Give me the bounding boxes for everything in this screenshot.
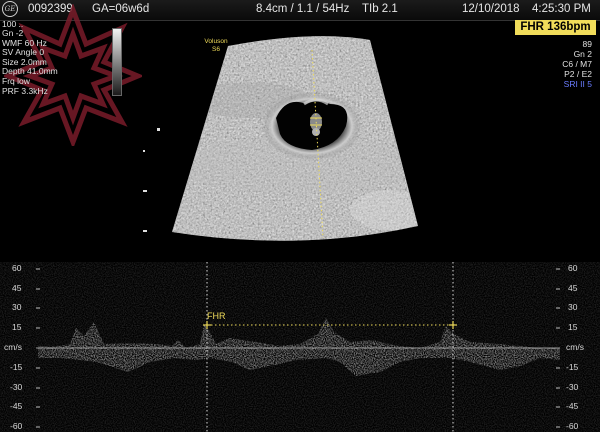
scale-left-15: 15 <box>12 322 22 332</box>
scale-right-neg30: -30 <box>566 382 579 392</box>
scale-right-15: 15 <box>568 322 578 332</box>
scale-right-45: 45 <box>568 283 578 293</box>
scale-left-30: 30 <box>12 302 22 312</box>
scale-right-unit: cm/s <box>566 342 584 352</box>
scale-right-neg60: -60 <box>566 421 579 431</box>
scale-left-neg15: -15 <box>10 362 23 372</box>
scale-right-60: 60 <box>568 263 578 273</box>
scale-left-neg45: -45 <box>10 401 23 411</box>
scale-left-45: 45 <box>12 283 22 293</box>
doppler-strip: 60 45 30 15 cm/s -15 -30 -45 -60 60 45 3… <box>0 262 600 432</box>
scale-right-30: 30 <box>568 302 578 312</box>
scale-right-neg15: -15 <box>566 362 579 372</box>
scale-left-unit: cm/s <box>4 342 22 352</box>
scale-right-neg45: -45 <box>566 401 579 411</box>
doppler-trace <box>36 262 560 432</box>
b-mode-image <box>143 36 418 241</box>
scale-left-60: 60 <box>12 263 22 273</box>
scale-left-neg60: -60 <box>10 421 23 431</box>
scale-left-neg30: -30 <box>10 382 23 392</box>
fhr-caliper-label: FHR <box>207 311 226 321</box>
